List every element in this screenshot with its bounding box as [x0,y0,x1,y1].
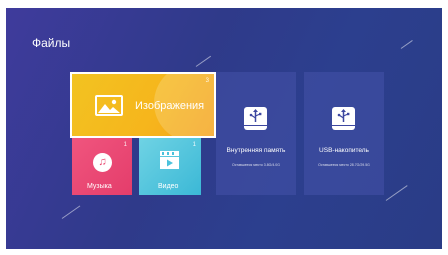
video-count-badge: 1 [192,142,196,148]
image-icon [95,95,123,116]
decorative-streak [385,185,408,201]
drive-line [244,125,267,126]
decorative-streak [195,55,212,67]
music-tile-label: Музыка [87,183,112,190]
video-tile[interactable]: 1 Видео [139,138,201,195]
drive-line [332,125,355,126]
images-count-badge: 3 [205,78,209,84]
music-count-badge: 1 [123,142,127,148]
images-tile-label: Изображения [135,100,205,112]
decorative-streak [400,40,413,49]
usb-drive-icon [332,107,355,130]
usb-storage-tile[interactable]: USB-накопитель Оставшееся место 28.7G/29… [304,72,384,195]
internal-storage-tile[interactable]: Внутренняя память Оставшееся место 3.8G/… [216,72,296,195]
video-tile-label: Видео [158,183,179,190]
music-note-icon: ♫ [93,153,112,172]
internal-storage-free: Оставшееся место 3.8G/4.0G [232,163,280,167]
internal-storage-name: Внутренняя память [226,147,286,154]
storage-drive-icon [244,107,267,130]
page-title: Файлы [32,36,71,50]
usb-storage-name: USB-накопитель [319,147,369,154]
usb-storage-free: Оставшееся место 28.7G/29.5G [318,163,370,167]
images-tile[interactable]: 3 Изображения [70,72,216,138]
tv-screen: Файлы 3 Изображения 1 ♫ Музыка 1 Видео В… [6,8,442,249]
music-tile[interactable]: 1 ♫ Музыка [72,138,132,195]
video-clapper-icon [160,151,179,169]
decorative-streak [61,205,81,219]
